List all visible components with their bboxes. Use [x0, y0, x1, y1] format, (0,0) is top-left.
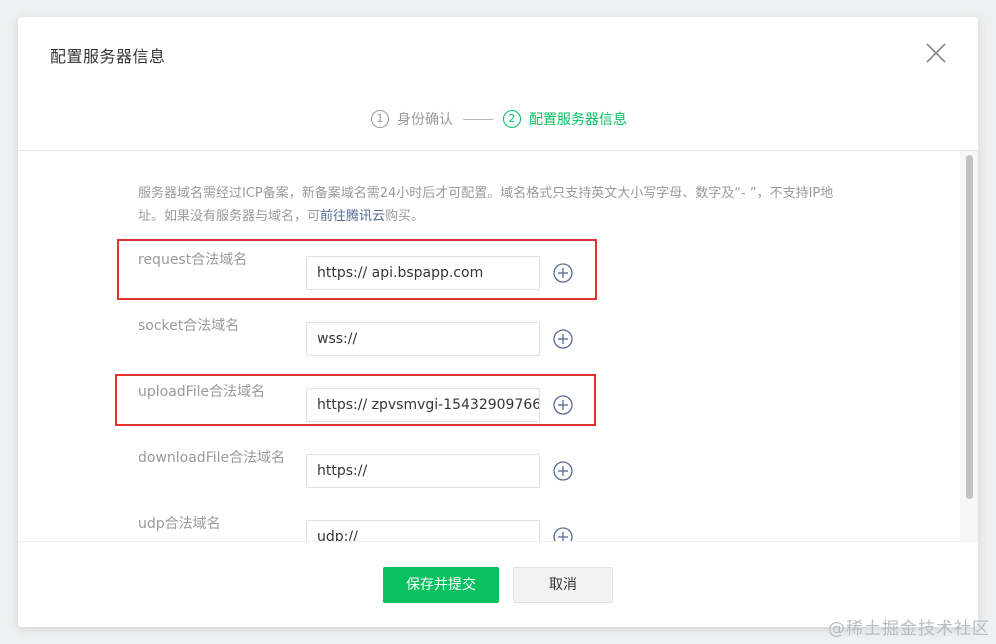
cancel-button[interactable]: 取消: [513, 567, 613, 603]
domain-tips: 服务器域名需经过ICP备案，新备案域名需24小时后才可配置。域名格式只支持英文大…: [138, 182, 838, 228]
step-connector: [463, 118, 493, 120]
step-number: 2: [503, 110, 521, 128]
scrollbar-thumb[interactable]: [966, 155, 973, 499]
uploadfile-domain-row: uploadFile合法域名: [18, 384, 978, 424]
request-domain-input[interactable]: [306, 256, 540, 290]
add-downloadfile-domain-icon[interactable]: [553, 461, 573, 481]
save-submit-button[interactable]: 保存并提交: [383, 567, 499, 603]
uploadfile-domain-label: uploadFile合法域名: [138, 384, 266, 400]
udp-domain-label: udp合法域名: [138, 516, 221, 532]
scrollbar[interactable]: [960, 151, 978, 541]
step-label: 配置服务器信息: [529, 112, 627, 128]
step-indicator: 1 身份确认 2 配置服务器信息: [371, 109, 627, 129]
dialog-body: 服务器域名需经过ICP备案，新备案域名需24小时后才可配置。域名格式只支持英文大…: [18, 151, 978, 541]
step-number: 1: [371, 110, 389, 128]
downloadfile-domain-input[interactable]: [306, 454, 540, 488]
add-udp-domain-icon[interactable]: [553, 527, 573, 541]
step-label: 身份确认: [397, 112, 453, 128]
socket-domain-label: socket合法域名: [138, 318, 240, 334]
request-domain-row: request合法域名: [18, 252, 978, 292]
socket-domain-input[interactable]: [306, 322, 540, 356]
request-domain-label: request合法域名: [138, 252, 248, 268]
close-icon[interactable]: [924, 41, 948, 65]
tips-text: 服务器域名需经过ICP备案，新备案域名需24小时后才可配置。域名格式只支持英文大…: [138, 186, 834, 224]
udp-domain-input[interactable]: [306, 520, 540, 541]
step-server-config: 2 配置服务器信息: [503, 109, 627, 129]
server-config-dialog: 配置服务器信息 1 身份确认 2 配置服务器信息 服务器域名需经过ICP备案，新…: [18, 17, 978, 627]
step-identity-confirm: 1 身份确认: [371, 109, 453, 129]
add-uploadfile-domain-icon[interactable]: [553, 395, 573, 415]
downloadfile-domain-row: downloadFile合法域名: [18, 450, 978, 490]
socket-domain-row: socket合法域名: [18, 318, 978, 358]
add-request-domain-icon[interactable]: [553, 263, 573, 283]
downloadfile-domain-label: downloadFile合法域名: [138, 450, 286, 466]
udp-domain-row: udp合法域名: [18, 516, 978, 541]
tencent-cloud-link[interactable]: 前往腾讯云: [320, 209, 385, 224]
dialog-title: 配置服务器信息: [50, 47, 166, 66]
add-socket-domain-icon[interactable]: [553, 329, 573, 349]
uploadfile-domain-input[interactable]: [306, 388, 540, 422]
tips-text-end: 购买。: [385, 209, 425, 224]
footer-divider: [18, 541, 978, 542]
watermark: @稀土掘金技术社区: [828, 619, 990, 639]
